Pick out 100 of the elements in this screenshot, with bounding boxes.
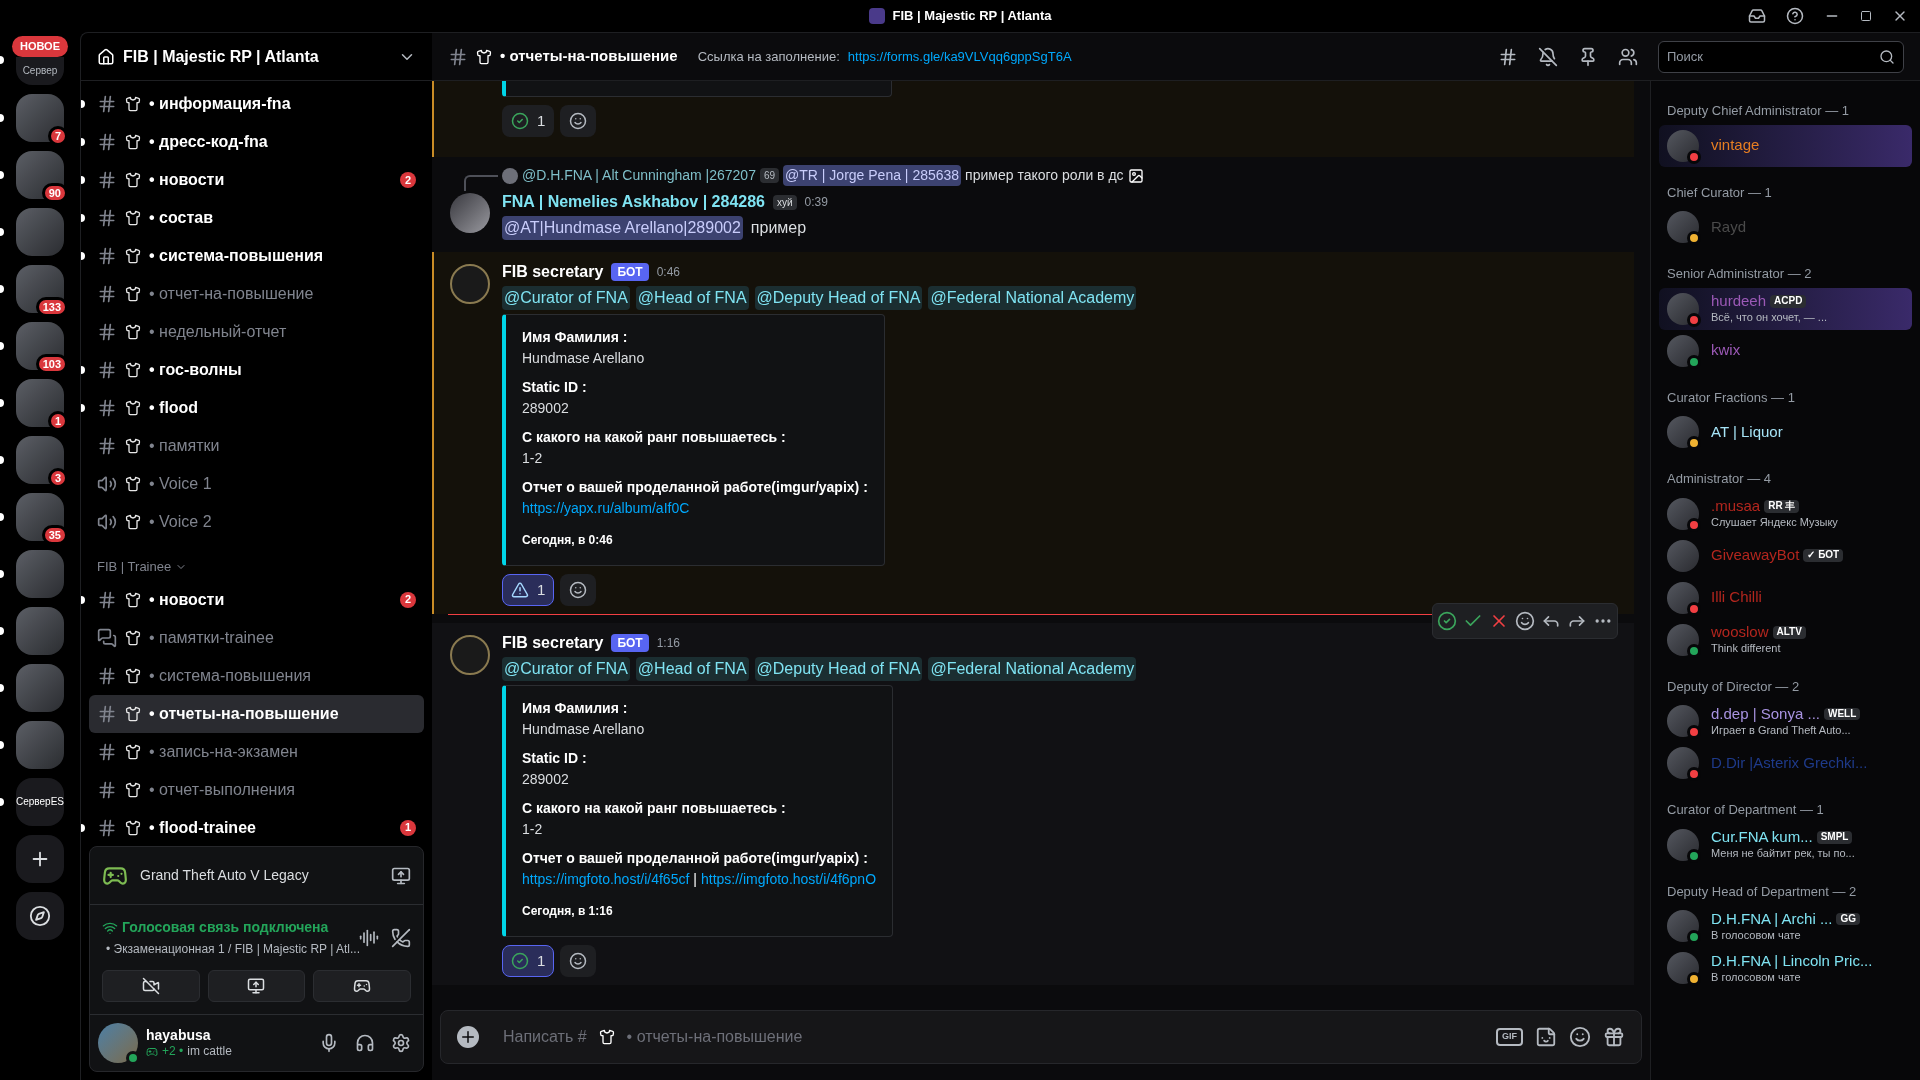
explore-button[interactable] xyxy=(16,891,64,940)
add-server-button[interactable] xyxy=(16,834,64,883)
channel-item[interactable]: • памятки-trainee xyxy=(89,618,424,657)
message-input-field[interactable]: Написать # • отчеты-на-повышение GIF xyxy=(440,1010,1642,1064)
gif-button[interactable]: GIF xyxy=(1496,1028,1523,1046)
search-field[interactable]: Поиск xyxy=(1658,40,1904,73)
hash-icon xyxy=(97,208,117,228)
link[interactable]: https://yapx.ru/album/aIf0C xyxy=(522,498,690,519)
server-icon[interactable] xyxy=(16,150,64,199)
pin-icon[interactable] xyxy=(1578,46,1598,67)
gift-icon[interactable] xyxy=(1603,1026,1625,1048)
avatar[interactable] xyxy=(98,1023,138,1063)
topic-link[interactable]: https://forms.gle/ka9VLVqq6gppSgT6A xyxy=(847,46,1072,67)
channel-item[interactable]: • Voice 1 xyxy=(89,465,424,503)
add-reaction-button[interactable] xyxy=(560,945,597,977)
author-name[interactable]: FIB secretary xyxy=(502,260,604,284)
link[interactable]: https://imgfoto.host/i/4f6pnO xyxy=(700,869,877,890)
member-item[interactable]: AT | Liquor xyxy=(1659,411,1912,453)
channel-item[interactable]: • памятки xyxy=(89,427,424,465)
maximize-icon[interactable] xyxy=(1860,10,1872,22)
member-item[interactable]: D.H.FNA | Archi ... GG В голосовом чате xyxy=(1659,905,1912,947)
reaction-chip[interactable]: 1 xyxy=(502,945,555,977)
add-reaction-button[interactable] xyxy=(560,105,597,137)
disconnect-icon[interactable] xyxy=(391,927,411,948)
author-name[interactable]: FNA | Nemelies Askhabov | 284286 xyxy=(502,190,765,214)
channel-item[interactable]: • запись-на-экзамен xyxy=(89,732,424,771)
user-mention[interactable]: @TR | Jorge Pena | 285638 xyxy=(783,165,962,186)
server-icon[interactable] xyxy=(16,321,64,370)
settings-icon[interactable] xyxy=(391,1033,411,1053)
voice-status[interactable]: Голосовая связь подключена xyxy=(122,917,329,938)
author-name[interactable]: FIB secretary xyxy=(502,631,604,655)
camera-button[interactable] xyxy=(102,970,200,1002)
member-item[interactable]: vintage xyxy=(1659,124,1912,167)
member-item[interactable]: D.H.FNA | Lincoln Pric... В голосовом чате xyxy=(1659,947,1912,989)
bot-avatar[interactable] xyxy=(450,635,490,675)
role-mention[interactable]: @Curator of FNA xyxy=(502,657,630,681)
add-reaction-button[interactable] xyxy=(560,574,597,606)
member-name: D.Dir |Asterix Grechki... xyxy=(1711,753,1868,773)
member-item[interactable]: Cur.FNA kum... SMPL Меня не байтит рек, ты по... xyxy=(1659,823,1912,866)
channel-item[interactable]: • flood-trainee 1 xyxy=(89,808,424,842)
server-icon[interactable] xyxy=(16,492,64,541)
role-mention[interactable]: @Curator of FNA xyxy=(502,286,630,310)
channel-item[interactable]: • новости 2 xyxy=(89,161,424,199)
sticker-icon[interactable] xyxy=(1535,1026,1557,1048)
channel-item[interactable]: • гос-волны xyxy=(89,351,424,389)
channel-item[interactable]: • недельный-отчет xyxy=(89,313,424,351)
role-mention[interactable]: @Deputy Head of FNA xyxy=(754,286,923,310)
role-mention[interactable]: @Federal National Academy xyxy=(928,657,1137,681)
reply-text: пример такого роли в дс xyxy=(965,166,1124,185)
channel-item[interactable]: • информация-fna xyxy=(89,85,424,123)
channel-item[interactable]: • система-повышения xyxy=(89,656,424,695)
role-mention[interactable]: @Head of FNA xyxy=(635,657,749,681)
noise-suppression-icon[interactable] xyxy=(359,927,379,948)
channel-item[interactable]: • flood xyxy=(89,389,424,427)
stream-icon[interactable] xyxy=(391,865,411,886)
reaction-chip[interactable]: 1 xyxy=(502,105,555,137)
channel-item[interactable]: • дресс-код-fna xyxy=(89,123,424,161)
role-mention[interactable]: @Deputy Head of FNA xyxy=(754,657,923,681)
user-mention[interactable]: @AT|Hundmase Arellano|289002 xyxy=(502,216,743,240)
timestamp: 1:16 xyxy=(656,635,681,652)
microphone-icon[interactable] xyxy=(319,1033,339,1053)
member-item[interactable]: GiveawayBot ✓ БОТ xyxy=(1659,534,1912,577)
voice-channel[interactable]: • Экзаменационная 1 / FIB | Majestic RP | Atl... xyxy=(106,940,360,958)
member-item[interactable]: d.dep | Sonya ... WELL Играет в Grand Theft Auto... xyxy=(1659,700,1912,742)
channel-item[interactable]: • Voice 2 xyxy=(89,503,424,541)
member-item[interactable]: wooslow ALTV Think different xyxy=(1659,618,1912,661)
reply-author[interactable]: @D.H.FNA | Alt Cunningham |267207 xyxy=(522,165,756,186)
role-mention[interactable]: @Head of FNA xyxy=(635,286,749,310)
channel-item[interactable]: • отчет-на-повышение xyxy=(89,275,424,313)
screen-share-button[interactable] xyxy=(207,970,306,1002)
member-item[interactable]: .musaa RR 丰 Слушает Яндекс Музыку xyxy=(1659,492,1912,535)
help-icon[interactable] xyxy=(1786,7,1804,25)
server-folder[interactable]: Сервер xyxy=(16,56,64,85)
inbox-icon[interactable] xyxy=(1748,7,1766,25)
avatar[interactable] xyxy=(450,193,490,233)
server-name[interactable]: FIB | Majestic RP | Atlanta xyxy=(123,44,390,69)
member-item[interactable]: kwix xyxy=(1659,329,1912,372)
member-item[interactable]: hurdeeh ACPD Всё, что он хочет, — ... xyxy=(1659,287,1912,330)
server-icon[interactable]: СерверES xyxy=(16,777,64,826)
reaction-chip[interactable]: 1 xyxy=(502,574,555,606)
attach-icon[interactable] xyxy=(457,1026,479,1048)
members-icon[interactable] xyxy=(1618,46,1638,67)
link[interactable]: https://imgfoto.host/i/4f65cf xyxy=(522,869,690,890)
category-header[interactable]: FIB | Trainee xyxy=(97,557,432,577)
channel-item[interactable]: • состав xyxy=(89,199,424,237)
headphones-icon[interactable] xyxy=(355,1033,375,1053)
channel-item[interactable]: • отчеты-на-повышение xyxy=(89,694,424,733)
check-icon[interactable] xyxy=(1437,611,1457,631)
role-mention[interactable]: @Federal National Academy xyxy=(928,286,1137,310)
activity-button[interactable] xyxy=(313,970,411,1002)
unread-pill xyxy=(81,595,85,604)
custom-status: im cattle xyxy=(187,1044,232,1060)
channel-item[interactable]: • новости 2 xyxy=(89,580,424,619)
channel-item[interactable]: • система-повышения xyxy=(89,237,424,275)
channel-item[interactable]: • отчет-выполнения xyxy=(89,770,424,809)
server-icon[interactable] xyxy=(16,264,64,313)
member-status-text: Всё, что он хочет, — ... xyxy=(1711,311,1828,325)
bell-off-icon[interactable] xyxy=(1538,46,1558,67)
search-input[interactable]: Поиск xyxy=(1667,46,1879,67)
bot-avatar[interactable] xyxy=(450,264,490,304)
